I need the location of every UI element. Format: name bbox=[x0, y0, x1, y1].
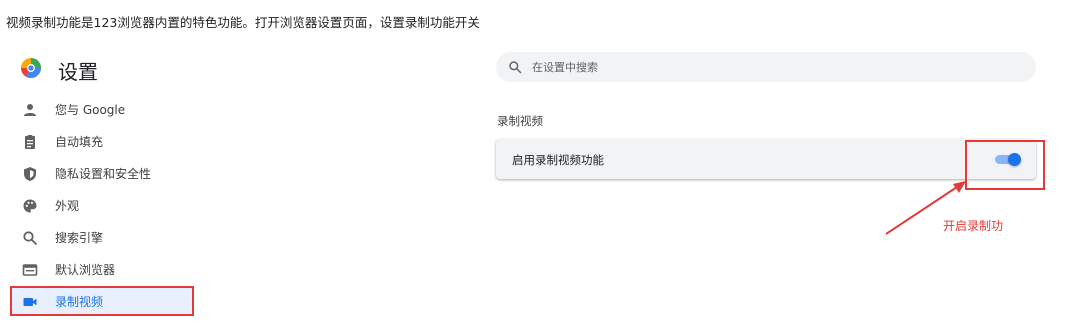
page-title: 设置 bbox=[58, 60, 98, 84]
search-icon bbox=[23, 231, 37, 245]
setting-label: 启用录制视频功能 bbox=[512, 153, 604, 167]
shield-icon bbox=[24, 167, 36, 181]
sidebar-item-privacy[interactable]: 隐私设置和安全性 bbox=[10, 158, 194, 188]
sidebar-item-label: 隐私设置和安全性 bbox=[55, 167, 152, 181]
setting-card: 启用录制视频功能 bbox=[496, 139, 1036, 179]
sidebar-item-record-video[interactable]: 录制视频 bbox=[10, 286, 194, 316]
annotation-label: 开启录制功 bbox=[943, 219, 1004, 233]
sidebar-item-google[interactable]: 您与 Google bbox=[10, 94, 194, 124]
browser-window-icon bbox=[22, 264, 38, 276]
sidebar-item-label: 默认浏览器 bbox=[55, 263, 116, 277]
sidebar-item-autofill[interactable]: 自动填充 bbox=[10, 126, 194, 156]
browser-logo-icon bbox=[21, 58, 41, 78]
sidebar-item-label: 录制视频 bbox=[55, 295, 104, 309]
palette-icon bbox=[23, 199, 37, 213]
sidebar-item-default-browser[interactable]: 默认浏览器 bbox=[10, 254, 194, 284]
clipboard-icon bbox=[25, 135, 35, 149]
section-title: 录制视频 bbox=[497, 114, 543, 128]
search-placeholder: 在设置中搜索 bbox=[532, 61, 598, 74]
sidebar-item-label: 自动填充 bbox=[55, 135, 104, 149]
intro-text: 视频录制功能是123浏览器内置的特色功能。打开浏览器设置页面，设置录制功能开关 bbox=[6, 15, 480, 30]
sidebar-item-appearance[interactable]: 外观 bbox=[10, 190, 194, 220]
person-icon bbox=[24, 104, 36, 116]
settings-search-input[interactable]: 在设置中搜索 bbox=[496, 52, 1036, 82]
sidebar-item-label: 您与 Google bbox=[55, 103, 126, 117]
search-icon bbox=[509, 61, 522, 74]
highlight-box bbox=[965, 140, 1045, 190]
sidebar-item-search-engine[interactable]: 搜索引擎 bbox=[10, 222, 194, 252]
sidebar-item-label: 搜索引擎 bbox=[55, 231, 104, 245]
video-camera-icon bbox=[23, 298, 37, 306]
sidebar-item-label: 外观 bbox=[55, 199, 80, 213]
